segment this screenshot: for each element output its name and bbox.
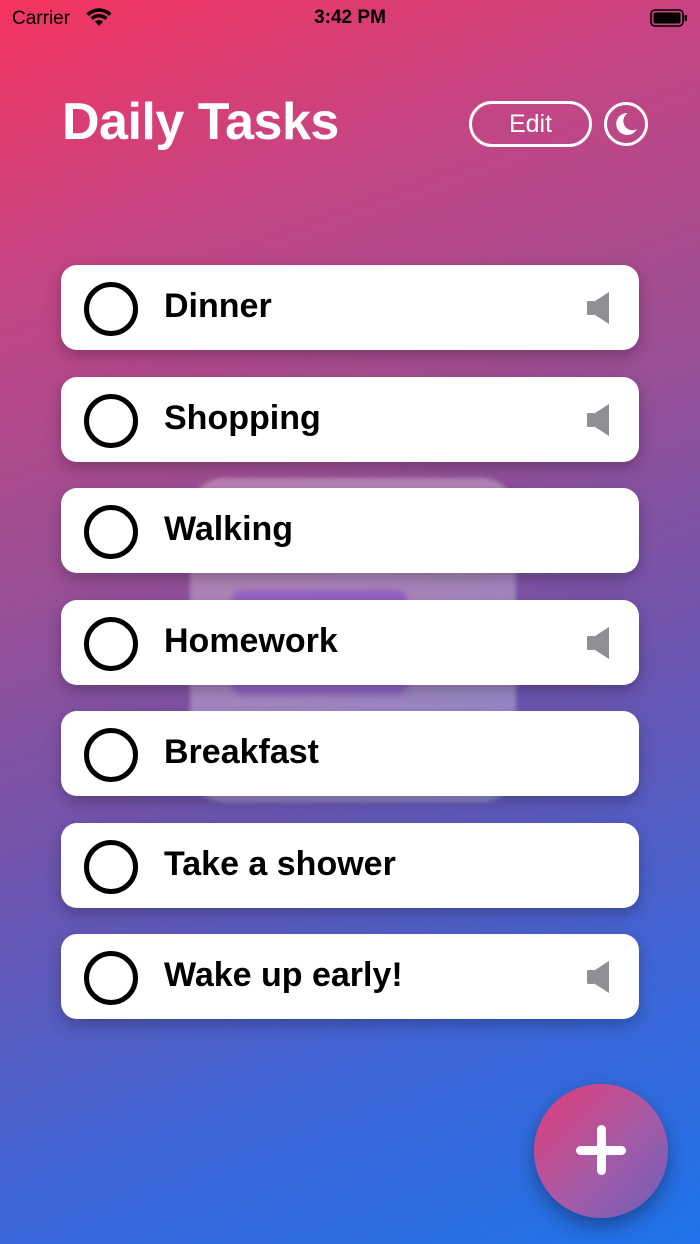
task-row[interactable]: Homework [61,600,639,685]
task-label: Homework [164,622,338,660]
task-checkbox[interactable] [84,282,138,336]
task-label: Take a shower [164,845,396,883]
task-label: Wake up early! [164,956,403,994]
task-checkbox[interactable] [84,951,138,1005]
task-row[interactable]: Dinner [61,265,639,350]
task-row[interactable]: Walking [61,488,639,573]
edit-button[interactable]: Edit [469,101,592,147]
task-row[interactable]: Shopping [61,377,639,462]
page-title: Daily Tasks [62,93,339,151]
battery-icon [650,9,687,27]
add-task-button[interactable] [534,1084,668,1218]
task-label: Shopping [164,399,321,437]
task-checkbox[interactable] [84,394,138,448]
moon-icon [607,112,645,147]
task-label: Breakfast [164,733,319,771]
task-checkbox[interactable] [84,728,138,782]
speaker-icon[interactable] [585,402,613,443]
speaker-icon[interactable] [585,959,613,1000]
speaker-icon[interactable] [585,625,613,666]
task-checkbox[interactable] [84,505,138,559]
task-checkbox[interactable] [84,840,138,894]
task-label: Dinner [164,287,272,325]
task-row[interactable]: Wake up early! [61,934,639,1019]
task-label: Walking [164,510,294,548]
task-row[interactable]: Breakfast [61,711,639,796]
clock: 3:42 PM [314,7,386,28]
task-row[interactable]: Take a shower [61,823,639,908]
theme-toggle-button[interactable] [604,102,648,146]
speaker-icon[interactable] [585,290,613,331]
task-checkbox[interactable] [84,617,138,671]
status-bar: Carrier 3:42 PM [0,0,700,36]
